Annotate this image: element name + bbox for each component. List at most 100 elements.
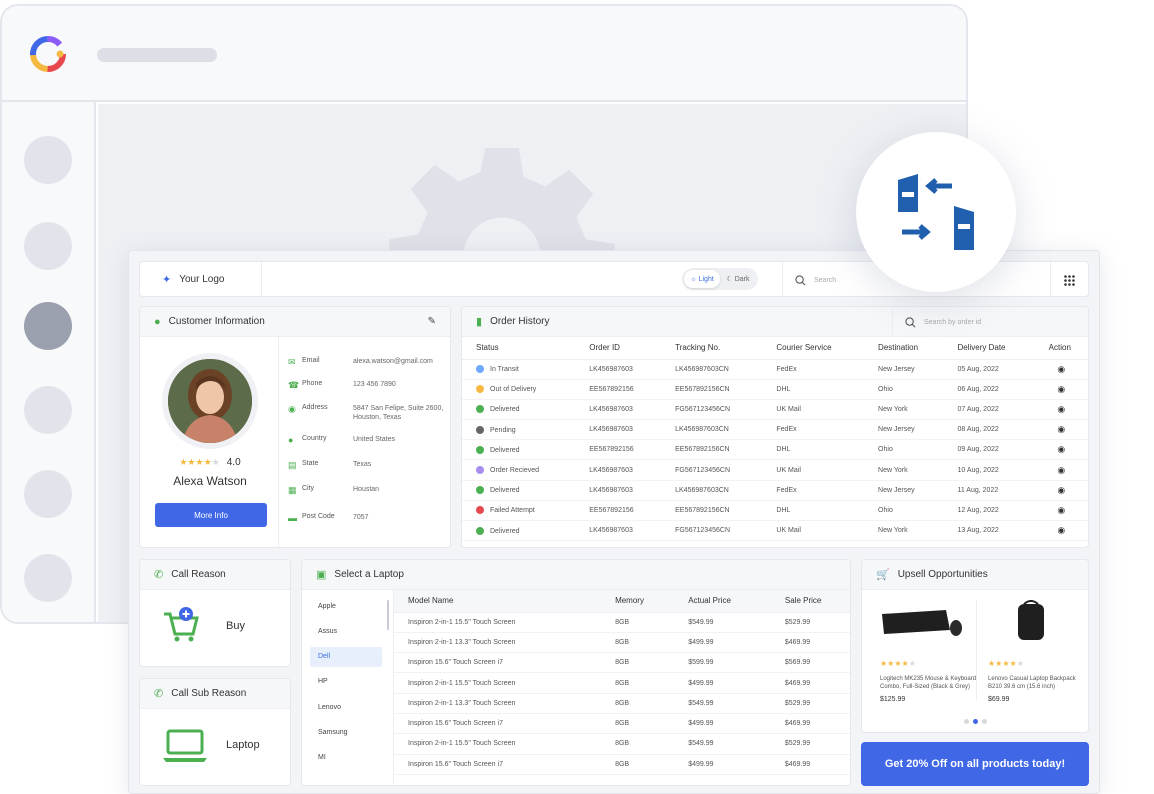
- table-row[interactable]: Inspiron 2-in-1 15.5" Touch Screen 8GB $49…: [394, 672, 850, 694]
- table-row[interactable]: Inspiron 2-in-1 15.5" Touch Screen 8GB $54…: [394, 612, 850, 633]
- table-row[interactable]: Inspiron 2-in-1 15.5" Touch Screen 8GB $54…: [394, 733, 850, 755]
- order-status: Pending: [462, 419, 576, 441]
- sidebar-placeholder-dot: [24, 136, 72, 184]
- laptop-column-header[interactable]: Actual Price: [674, 590, 771, 613]
- more-info-button[interactable]: More Info: [155, 503, 267, 527]
- order-destination: New Jersey: [864, 419, 944, 441]
- order-status: Delivered: [462, 480, 576, 501]
- order-search-input[interactable]: Search by order id: [924, 319, 981, 326]
- eye-icon[interactable]: ◉: [1057, 364, 1065, 374]
- customer-rating-stars: ★★★★★: [179, 457, 219, 468]
- upsell-product-1[interactable]: ★★★★★ Logitech MK235 Mouse & Keyboard Co…: [880, 600, 980, 703]
- order-courier: DHL: [762, 500, 865, 522]
- table-row[interactable]: Inspiron 15.6" Touch Screen i7 8GB $499.99…: [394, 713, 850, 735]
- eye-icon[interactable]: ◉: [1057, 485, 1065, 495]
- order-date: 13 Aug, 2022: [943, 520, 1035, 542]
- order-column-header[interactable]: Action: [1034, 337, 1088, 360]
- eye-icon[interactable]: ◉: [1057, 525, 1065, 535]
- laptop-actual-price: $599.99: [674, 652, 771, 674]
- laptop-model: Inspiron 2-in-1 13.3" Touch Screen: [394, 632, 602, 654]
- eye-icon[interactable]: ◉: [1057, 465, 1065, 475]
- city-icon: ▦: [288, 485, 297, 495]
- carousel-dot[interactable]: [963, 719, 969, 724]
- laptop-sale-price: $469.99: [770, 713, 850, 735]
- order-id: EE567892156: [575, 500, 662, 522]
- order-date: 06 Aug, 2022: [943, 379, 1035, 400]
- brand-item-samsung[interactable]: Samsung: [310, 723, 382, 743]
- eye-icon[interactable]: ◉: [1057, 384, 1065, 394]
- upsell-product-2[interactable]: ★★★★★ Lenovo Casual Laptop Backpack B210…: [988, 600, 1088, 703]
- order-column-header[interactable]: Destination: [864, 337, 944, 360]
- backpack-image: [1018, 600, 1044, 640]
- order-action: ◉: [1034, 520, 1088, 542]
- customer-field-state: ▤ State Texas: [288, 460, 449, 471]
- order-destination: New Jersey: [864, 480, 944, 501]
- order-tracking: EE567892156CN: [661, 500, 763, 522]
- brand-item-dell[interactable]: Dell: [310, 646, 382, 667]
- order-table: Status Order ID Tracking No. Courier Servic…: [462, 337, 1088, 542]
- order-date: 11 Aug, 2022: [943, 480, 1035, 501]
- avatar-illustration: [168, 359, 252, 443]
- laptop-table-header: Model NameMemoryActual PriceSale PriceRa…: [394, 590, 850, 613]
- table-row: Failed Attempt EE567892156 EE567892156CN DH…: [462, 500, 1088, 522]
- sidebar-placeholder-dot: [24, 554, 72, 602]
- logo-area[interactable]: ✦ Your Logo: [140, 262, 262, 296]
- call-sub-reason-card[interactable]: ✆ Call Sub Reason Laptop: [139, 678, 291, 786]
- order-table-body: In Transit LK456987603 LK456987603CN FedEx N…: [462, 359, 1088, 542]
- theme-toggle[interactable]: ☼ Light ☾ Dark: [682, 268, 758, 290]
- order-column-header[interactable]: Tracking No.: [661, 337, 763, 360]
- promo-banner-button[interactable]: Get 20% Off on all products today!: [861, 742, 1089, 786]
- brand-item-apple[interactable]: Apple: [310, 596, 382, 616]
- brand-item-assus[interactable]: Assus: [310, 621, 382, 641]
- order-destination: New York: [864, 399, 944, 421]
- sun-icon: ☼: [690, 275, 697, 283]
- status-icon: [476, 445, 484, 454]
- theme-light-option[interactable]: ☼ Light: [684, 270, 720, 288]
- order-search[interactable]: Search by order id: [892, 307, 1088, 337]
- laptop-icon: [163, 729, 207, 762]
- eye-icon[interactable]: ◉: [1057, 404, 1065, 414]
- theme-dark-option[interactable]: ☾ Dark: [720, 270, 756, 288]
- order-column-header[interactable]: Courier Service: [762, 337, 865, 360]
- star-icon: ★: [203, 457, 212, 467]
- brand-scrollbar[interactable]: [387, 600, 389, 630]
- document-icon: ▮: [476, 316, 483, 328]
- call-reason-header: ✆ Call Reason: [140, 560, 290, 590]
- status-icon: [476, 405, 484, 414]
- status-icon: [476, 506, 484, 515]
- laptop-column-header[interactable]: Model Name: [394, 590, 602, 613]
- laptop-column-header[interactable]: Sale Price: [770, 590, 850, 613]
- star-icon: ★: [1016, 659, 1024, 668]
- laptop-column-header[interactable]: Memory: [601, 590, 675, 613]
- star-icon: ★: [1002, 659, 1010, 668]
- order-column-header[interactable]: Order ID: [575, 337, 662, 360]
- avatar-frame: [162, 353, 258, 449]
- call-reason-card[interactable]: ✆ Call Reason Buy: [139, 559, 291, 667]
- eye-icon[interactable]: ◉: [1057, 505, 1065, 515]
- order-column-header[interactable]: Delivery Date: [943, 337, 1035, 360]
- laptop-model: Inspiron 2-in-1 13.3" Touch Screen: [394, 693, 602, 714]
- laptop-sale-price: $569.99: [770, 652, 850, 674]
- table-row[interactable]: Inspiron 15.6" Touch Screen i7 8GB $599.99…: [394, 652, 850, 674]
- table-row[interactable]: Inspiron 2-in-1 13.3" Touch Screen 8GB $54…: [394, 693, 850, 714]
- eye-icon[interactable]: ◉: [1057, 424, 1065, 434]
- apps-grid-icon[interactable]: [1050, 262, 1088, 296]
- laptop-model: Inspiron 2-in-1 15.5" Touch Screen: [394, 612, 602, 633]
- global-search-input[interactable]: Search: [814, 277, 836, 284]
- laptop-actual-price: $499.99: [674, 632, 771, 654]
- eye-icon[interactable]: ◉: [1057, 444, 1065, 454]
- box-exchange-icon: [898, 174, 974, 250]
- order-id: LK456987603: [575, 359, 662, 380]
- brand-item-mi[interactable]: MI: [310, 748, 382, 768]
- carousel-dot[interactable]: [981, 719, 987, 724]
- brand-item-lenovo[interactable]: Lenovo: [310, 697, 382, 717]
- carousel-dot-active[interactable]: [972, 719, 978, 724]
- order-column-header[interactable]: Status: [462, 337, 576, 360]
- brand-item-hp[interactable]: HP: [310, 672, 382, 692]
- order-destination: Ohio: [864, 379, 944, 400]
- order-date: 05 Aug, 2022: [943, 359, 1035, 380]
- table-row[interactable]: Inspiron 2-in-1 13.3" Touch Screen 8GB $49…: [394, 632, 850, 654]
- edit-icon[interactable]: ✎: [428, 316, 436, 327]
- laptop-model: Inspiron 15.6" Touch Screen i7: [394, 754, 602, 775]
- table-row[interactable]: Inspiron 15.6" Touch Screen i7 8GB $499.99…: [394, 754, 850, 775]
